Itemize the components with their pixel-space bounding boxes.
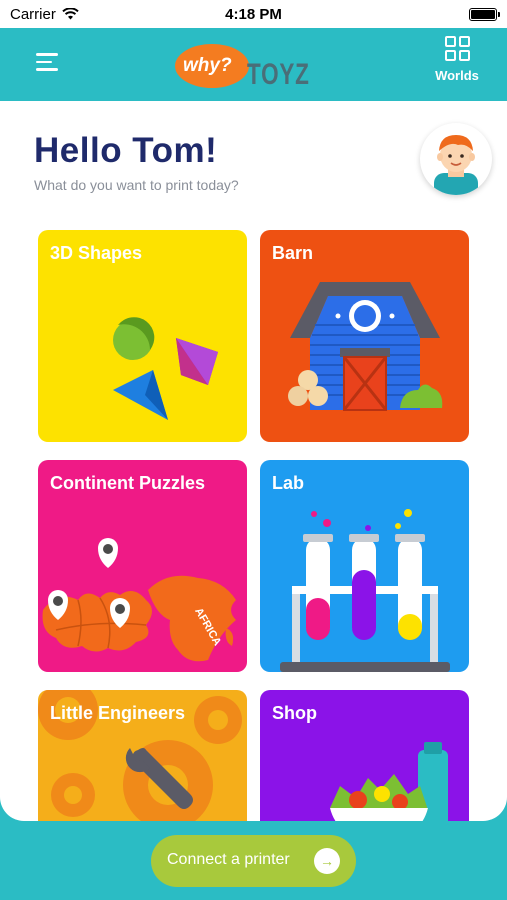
category-card-barn[interactable]: Barn [260,230,469,442]
logo-why-text: why? [183,55,232,76]
connect-printer-label: Connect a printer [167,851,290,868]
category-title: Barn [272,243,314,263]
category-card-shop[interactable]: Shop [260,690,469,821]
status-time: 4:18 PM [225,5,282,23]
worlds-label: Worlds [435,68,479,83]
page-title: Hello Tom! [34,131,218,170]
status-bar: Carrier 4:18 PM [0,0,507,28]
app-logo: why? TOYZ [175,38,309,96]
battery-icon [469,7,500,21]
main-content: Hello Tom! What do you want to print tod… [0,101,507,821]
category-title: Lab [272,473,305,493]
connect-printer-button[interactable]: Connect a printer → [151,835,356,887]
category-card-continent-puzzles[interactable]: AFRICA Continent Puzzles [38,460,247,672]
worlds-icon [444,36,470,61]
category-card-lab[interactable]: Lab [260,460,469,672]
category-title: Shop [272,703,317,723]
status-left: Carrier [10,6,79,23]
nav-bar: why? TOYZ Worlds [0,28,507,101]
logo-toyz-text: TOYZ [247,58,310,91]
carrier-label: Carrier [10,5,56,23]
menu-icon[interactable] [36,53,58,71]
category-title: Continent Puzzles [50,473,206,493]
boy-avatar-illustration [434,135,478,195]
page-subtitle: What do you want to print today? [34,177,239,193]
category-card-3d-shapes[interactable]: 3D Shapes [38,230,247,442]
category-card-little-engineers[interactable]: Little Engineers [38,690,247,821]
category-title: 3D Shapes [50,243,143,263]
wifi-icon [62,8,79,20]
category-title: Little Engineers [50,703,186,723]
avatar[interactable] [420,123,492,195]
worlds-button[interactable]: Worlds [434,36,480,88]
arrow-right-icon: → [314,848,340,874]
